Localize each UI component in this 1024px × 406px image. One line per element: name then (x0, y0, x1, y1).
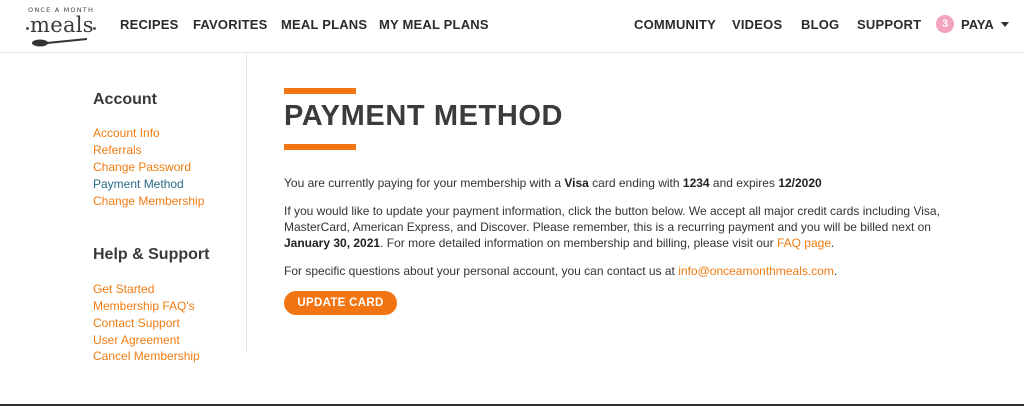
contact-text: For specific questions about your person… (284, 264, 679, 278)
notification-badge[interactable]: 3 (936, 15, 954, 33)
update-info-text-2: . For more detailed information on membe… (380, 236, 777, 250)
sidebar-heading-help: Help & Support (93, 246, 210, 263)
sidebar-item-membership-faq[interactable]: Membership FAQ's (93, 299, 195, 313)
logo-dot-icon (93, 27, 96, 30)
sidebar-item-referrals[interactable]: Referrals (93, 143, 142, 157)
card-info-middle: card ending with (588, 176, 683, 190)
nav-meal-plans[interactable]: MEAL PLANS (281, 17, 367, 32)
logo-spoon-icon (32, 38, 88, 47)
top-navigation-bar: ONCE A MONTH meals RECIPES FAVORITES MEA… (0, 0, 1024, 53)
sidebar-item-payment-method[interactable]: Payment Method (93, 177, 184, 191)
logo-wordmark: meals (30, 13, 94, 37)
card-expires-label: and expires (709, 176, 779, 190)
user-menu[interactable]: 3 PAYA (936, 14, 1009, 34)
sidebar-item-cancel-membership[interactable]: Cancel Membership (93, 349, 200, 363)
sidebar-item-contact-support[interactable]: Contact Support (93, 316, 180, 330)
contact-text-end: . (833, 264, 838, 278)
card-expiry: 12/2020 (778, 176, 822, 190)
card-info-prefix: You are currently paying for your member… (284, 176, 565, 190)
nav-videos[interactable]: VIDEOS (732, 17, 782, 32)
sidebar-item-change-password[interactable]: Change Password (93, 160, 191, 174)
nav-recipes[interactable]: RECIPES (120, 17, 178, 32)
title-bottom-rule (284, 144, 356, 150)
nav-favorites[interactable]: FAVORITES (193, 17, 268, 32)
faq-page-link[interactable]: FAQ page (777, 236, 831, 250)
title-top-rule (284, 88, 356, 94)
next-billing-date: January 30, 2021 (284, 236, 381, 250)
update-info-text-3: . (831, 236, 835, 250)
sidebar-item-change-membership[interactable]: Change Membership (93, 194, 204, 208)
nav-blog[interactable]: BLOG (801, 17, 839, 32)
logo-dot-icon (26, 27, 29, 30)
support-email-link[interactable]: info@onceamonthmeals.com (678, 264, 834, 278)
contact-paragraph: For specific questions about your person… (284, 263, 964, 279)
update-info-paragraph: If you would like to update your payment… (284, 203, 964, 251)
sidebar-item-user-agreement[interactable]: User Agreement (93, 333, 180, 347)
card-brand: Visa (564, 176, 589, 190)
user-name: PAYA (961, 16, 994, 32)
nav-support[interactable]: SUPPORT (857, 17, 921, 32)
sidebar-item-get-started[interactable]: Get Started (93, 282, 154, 296)
site-logo[interactable]: ONCE A MONTH meals (26, 5, 98, 47)
sidebar-item-account-info[interactable]: Account Info (93, 126, 160, 140)
chevron-down-icon (1000, 21, 1009, 27)
card-last-four: 1234 (682, 176, 710, 190)
update-card-button[interactable]: UPDATE CARD (284, 291, 397, 315)
page-title: PAYMENT METHOD (284, 100, 564, 132)
nav-my-meal-plans[interactable]: MY MEAL PLANS (379, 17, 489, 32)
nav-community[interactable]: COMMUNITY (634, 17, 716, 32)
update-info-text: If you would like to update your payment… (284, 204, 940, 234)
sidebar-heading-account: Account (93, 91, 157, 108)
card-info-paragraph: You are currently paying for your member… (284, 175, 964, 191)
